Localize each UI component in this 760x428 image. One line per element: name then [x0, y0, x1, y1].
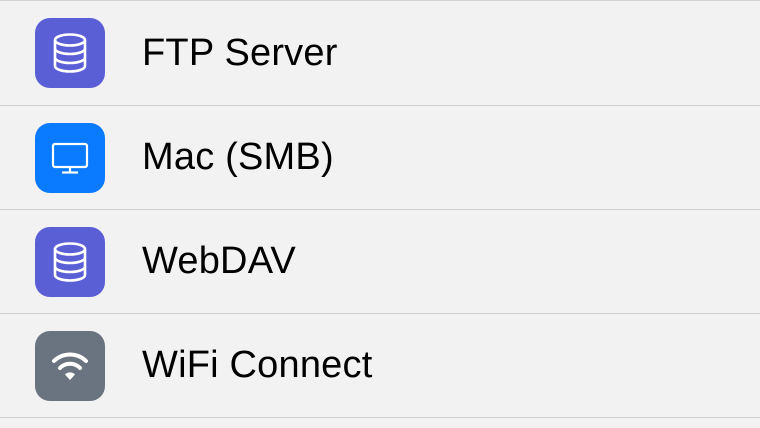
item-label: WebDAV: [142, 240, 296, 282]
item-label: Mac (SMB): [142, 136, 334, 178]
item-label: WiFi Connect: [142, 344, 373, 386]
database-icon: [35, 226, 105, 297]
list-item-mac-smb[interactable]: Mac (SMB): [0, 106, 760, 210]
database-icon: [35, 18, 105, 88]
item-label: FTP Server: [142, 31, 338, 74]
monitor-icon: [35, 122, 105, 193]
connection-type-list: FTP Server Mac (SMB) WebDAV WiFi Connect: [0, 0, 760, 428]
list-item-ftp-server[interactable]: FTP Server: [0, 1, 760, 106]
wifi-icon: [35, 330, 105, 401]
list-item-wifi-connect[interactable]: WiFi Connect: [0, 314, 760, 418]
list-item-webdav[interactable]: WebDAV: [0, 210, 760, 314]
